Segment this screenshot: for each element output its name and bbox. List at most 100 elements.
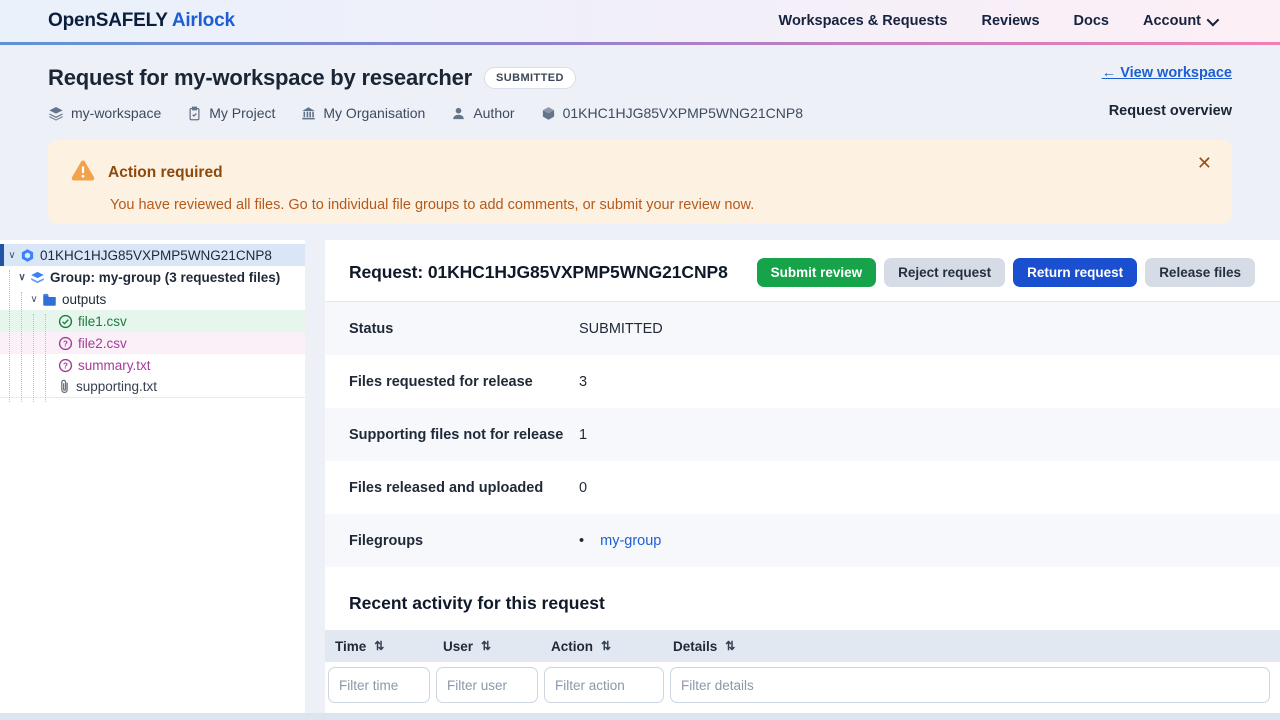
page-title: Request for my-workspace by researcher: [48, 65, 472, 91]
table-row-filegroups: Filegroups • my-group: [325, 514, 1280, 567]
close-icon[interactable]: ✕: [1191, 150, 1218, 176]
column-header-action[interactable]: Action ⇅: [541, 639, 663, 654]
brand-logo[interactable]: OpenSAFELY Airlock: [48, 10, 235, 32]
meta-request-id: 01KHC1HJG85VXPMP5WNG21CNP8: [541, 105, 803, 121]
return-request-button[interactable]: Return request: [1013, 258, 1137, 287]
table-row-files-requested: Files requested for release 3: [325, 355, 1280, 408]
row-label: Status: [349, 321, 579, 337]
chevron-down-icon: [1207, 13, 1220, 26]
action-required-banner: Action required You have reviewed all fi…: [48, 140, 1232, 224]
tree-item-request-root[interactable]: ∨ 01KHC1HJG85VXPMP5WNG21CNP8: [0, 244, 305, 266]
table-row-supporting-files: Supporting files not for release 1: [325, 408, 1280, 461]
account-label: Account: [1143, 13, 1201, 29]
brand-primary: OpenSAFELY: [48, 10, 167, 31]
banner-message: You have reviewed all files. Go to indiv…: [110, 197, 1210, 213]
tree-item-label: summary.txt: [78, 358, 151, 373]
activity-heading: Recent activity for this request: [325, 567, 1280, 630]
sort-icon: ⇅: [481, 639, 491, 653]
table-row-status: Status SUBMITTED: [325, 302, 1280, 355]
request-meta-row: my-workspace My Project My Organisation …: [0, 91, 1280, 121]
tree-item-outputs-folder[interactable]: ∨ outputs: [0, 288, 305, 310]
meta-project-label: My Project: [209, 105, 275, 121]
building-icon: [301, 106, 316, 121]
folder-icon: [42, 293, 57, 306]
layers-icon: [48, 105, 64, 121]
request-hero-section: Request for my-workspace by researcher S…: [0, 45, 1280, 240]
tree-guide-line: [45, 314, 46, 402]
meta-project: My Project: [187, 105, 275, 121]
caret-down-icon: ∨: [16, 272, 28, 283]
activity-table-header: Time ⇅ User ⇅ Action ⇅ Details ⇅: [325, 630, 1280, 662]
clipboard-icon: [187, 106, 202, 121]
column-header-details[interactable]: Details ⇅: [663, 639, 1280, 654]
column-header-time[interactable]: Time ⇅: [325, 639, 433, 654]
column-label: Action: [551, 639, 593, 654]
question-circle-icon: ?: [58, 358, 73, 373]
submit-review-button[interactable]: Submit review: [757, 258, 877, 287]
row-value: 3: [579, 374, 587, 390]
filter-details-input[interactable]: [670, 667, 1270, 703]
file-tree-sidebar: ∨ 01KHC1HJG85VXPMP5WNG21CNP8 ∨ Group: my…: [0, 240, 305, 713]
tree-item-label: Group: my-group (3 requested files): [50, 270, 280, 285]
table-row-files-released: Files released and uploaded 0: [325, 461, 1280, 514]
column-label: User: [443, 639, 473, 654]
meta-organisation-label: My Organisation: [323, 105, 425, 121]
paperclip-icon: [58, 379, 71, 394]
row-label: Supporting files not for release: [349, 427, 579, 443]
bullet: •: [579, 533, 584, 549]
tree-item-label: file1.csv: [78, 314, 127, 329]
request-overview-label: Request overview: [1109, 103, 1232, 119]
banner-title: Action required: [108, 164, 223, 182]
reject-request-button[interactable]: Reject request: [884, 258, 1005, 287]
filter-action-input[interactable]: [544, 667, 664, 703]
column-label: Time: [335, 639, 366, 654]
meta-author-label: Author: [473, 105, 514, 121]
row-label: Files requested for release: [349, 374, 579, 390]
cube-icon: [541, 106, 556, 121]
column-header-user[interactable]: User ⇅: [433, 639, 541, 654]
sort-icon: ⇅: [374, 639, 384, 653]
nav-item-docs[interactable]: Docs: [1074, 13, 1109, 29]
tree-item-label: 01KHC1HJG85VXPMP5WNG21CNP8: [40, 248, 272, 263]
filter-user-input[interactable]: [436, 667, 538, 703]
sort-icon: ⇅: [725, 639, 735, 653]
request-main-panel: Request: 01KHC1HJG85VXPMP5WNG21CNP8 Subm…: [325, 240, 1280, 713]
warning-triangle-icon: [70, 158, 96, 187]
brand-secondary: Airlock: [172, 10, 235, 31]
meta-workspace-label: my-workspace: [71, 105, 161, 121]
row-value: SUBMITTED: [579, 321, 663, 337]
tree-guide-line: [9, 270, 10, 402]
layers-icon: [30, 270, 45, 285]
user-icon: [451, 106, 466, 121]
meta-author: Author: [451, 105, 514, 121]
request-heading: Request: 01KHC1HJG85VXPMP5WNG21CNP8: [349, 262, 728, 283]
question-circle-icon: ?: [58, 336, 73, 351]
filter-time-input[interactable]: [328, 667, 430, 703]
row-label: Filegroups: [349, 533, 579, 549]
nav-item-workspaces-requests[interactable]: Workspaces & Requests: [779, 13, 948, 29]
status-badge: SUBMITTED: [484, 67, 576, 89]
caret-down-icon: ∨: [6, 250, 18, 261]
tree-item-label: file2.csv: [78, 336, 127, 351]
tree-item-label: outputs: [62, 292, 106, 307]
sort-icon: ⇅: [601, 639, 611, 653]
cube-icon: [20, 248, 35, 263]
tree-item-label: supporting.txt: [76, 379, 157, 394]
nav-item-reviews[interactable]: Reviews: [981, 13, 1039, 29]
meta-request-id-label: 01KHC1HJG85VXPMP5WNG21CNP8: [563, 105, 803, 121]
nav-links: Workspaces & Requests Reviews Docs Accou…: [779, 13, 1216, 29]
meta-organisation: My Organisation: [301, 105, 425, 121]
view-workspace-link[interactable]: ← View workspace: [1102, 65, 1232, 81]
check-circle-icon: [58, 314, 73, 329]
release-files-button[interactable]: Release files: [1145, 258, 1255, 287]
tree-guide-line: [21, 292, 22, 402]
row-value: 1: [579, 427, 587, 443]
meta-workspace: my-workspace: [48, 105, 161, 121]
nav-item-account[interactable]: Account: [1143, 13, 1216, 29]
filegroup-link[interactable]: my-group: [600, 533, 661, 549]
row-label: Files released and uploaded: [349, 480, 579, 496]
svg-text:?: ?: [63, 361, 68, 370]
viewport-bottom-strip: [0, 713, 1280, 720]
tree-item-group[interactable]: ∨ Group: my-group (3 requested files): [0, 266, 305, 288]
top-navigation-bar: OpenSAFELY Airlock Workspaces & Requests…: [0, 0, 1280, 42]
